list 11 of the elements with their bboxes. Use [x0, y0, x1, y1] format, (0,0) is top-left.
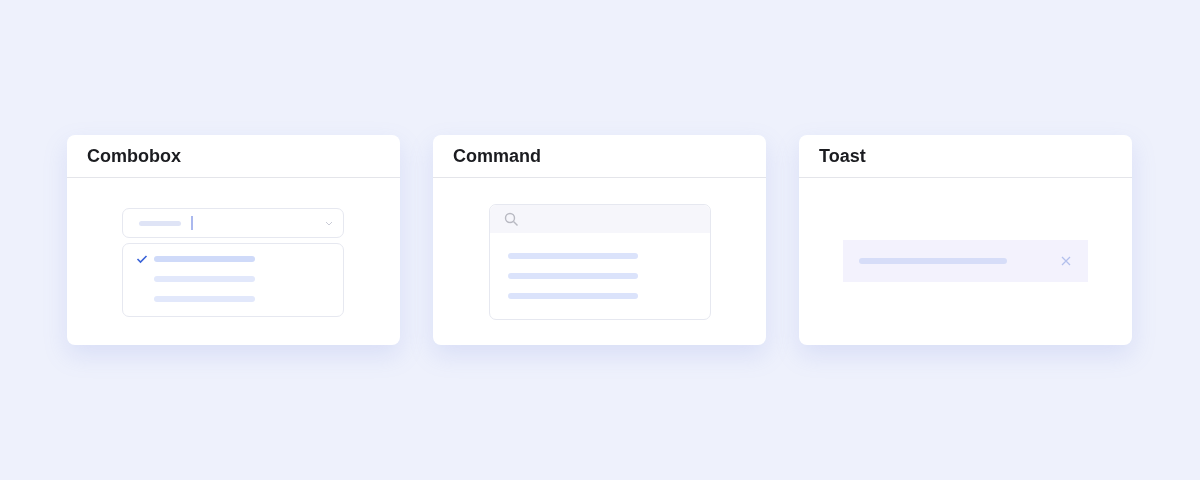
- search-icon: [504, 211, 519, 227]
- text-cursor: [191, 216, 193, 230]
- text-placeholder: [139, 220, 181, 226]
- close-button[interactable]: [1060, 255, 1072, 267]
- check-icon: [136, 253, 148, 264]
- chevron-down-icon: [325, 220, 333, 226]
- combobox-field[interactable]: [122, 208, 344, 238]
- card-title: Command: [453, 145, 541, 167]
- card-title: Toast: [819, 145, 866, 167]
- card-title: Combobox: [87, 145, 181, 167]
- search-field[interactable]: [490, 205, 710, 233]
